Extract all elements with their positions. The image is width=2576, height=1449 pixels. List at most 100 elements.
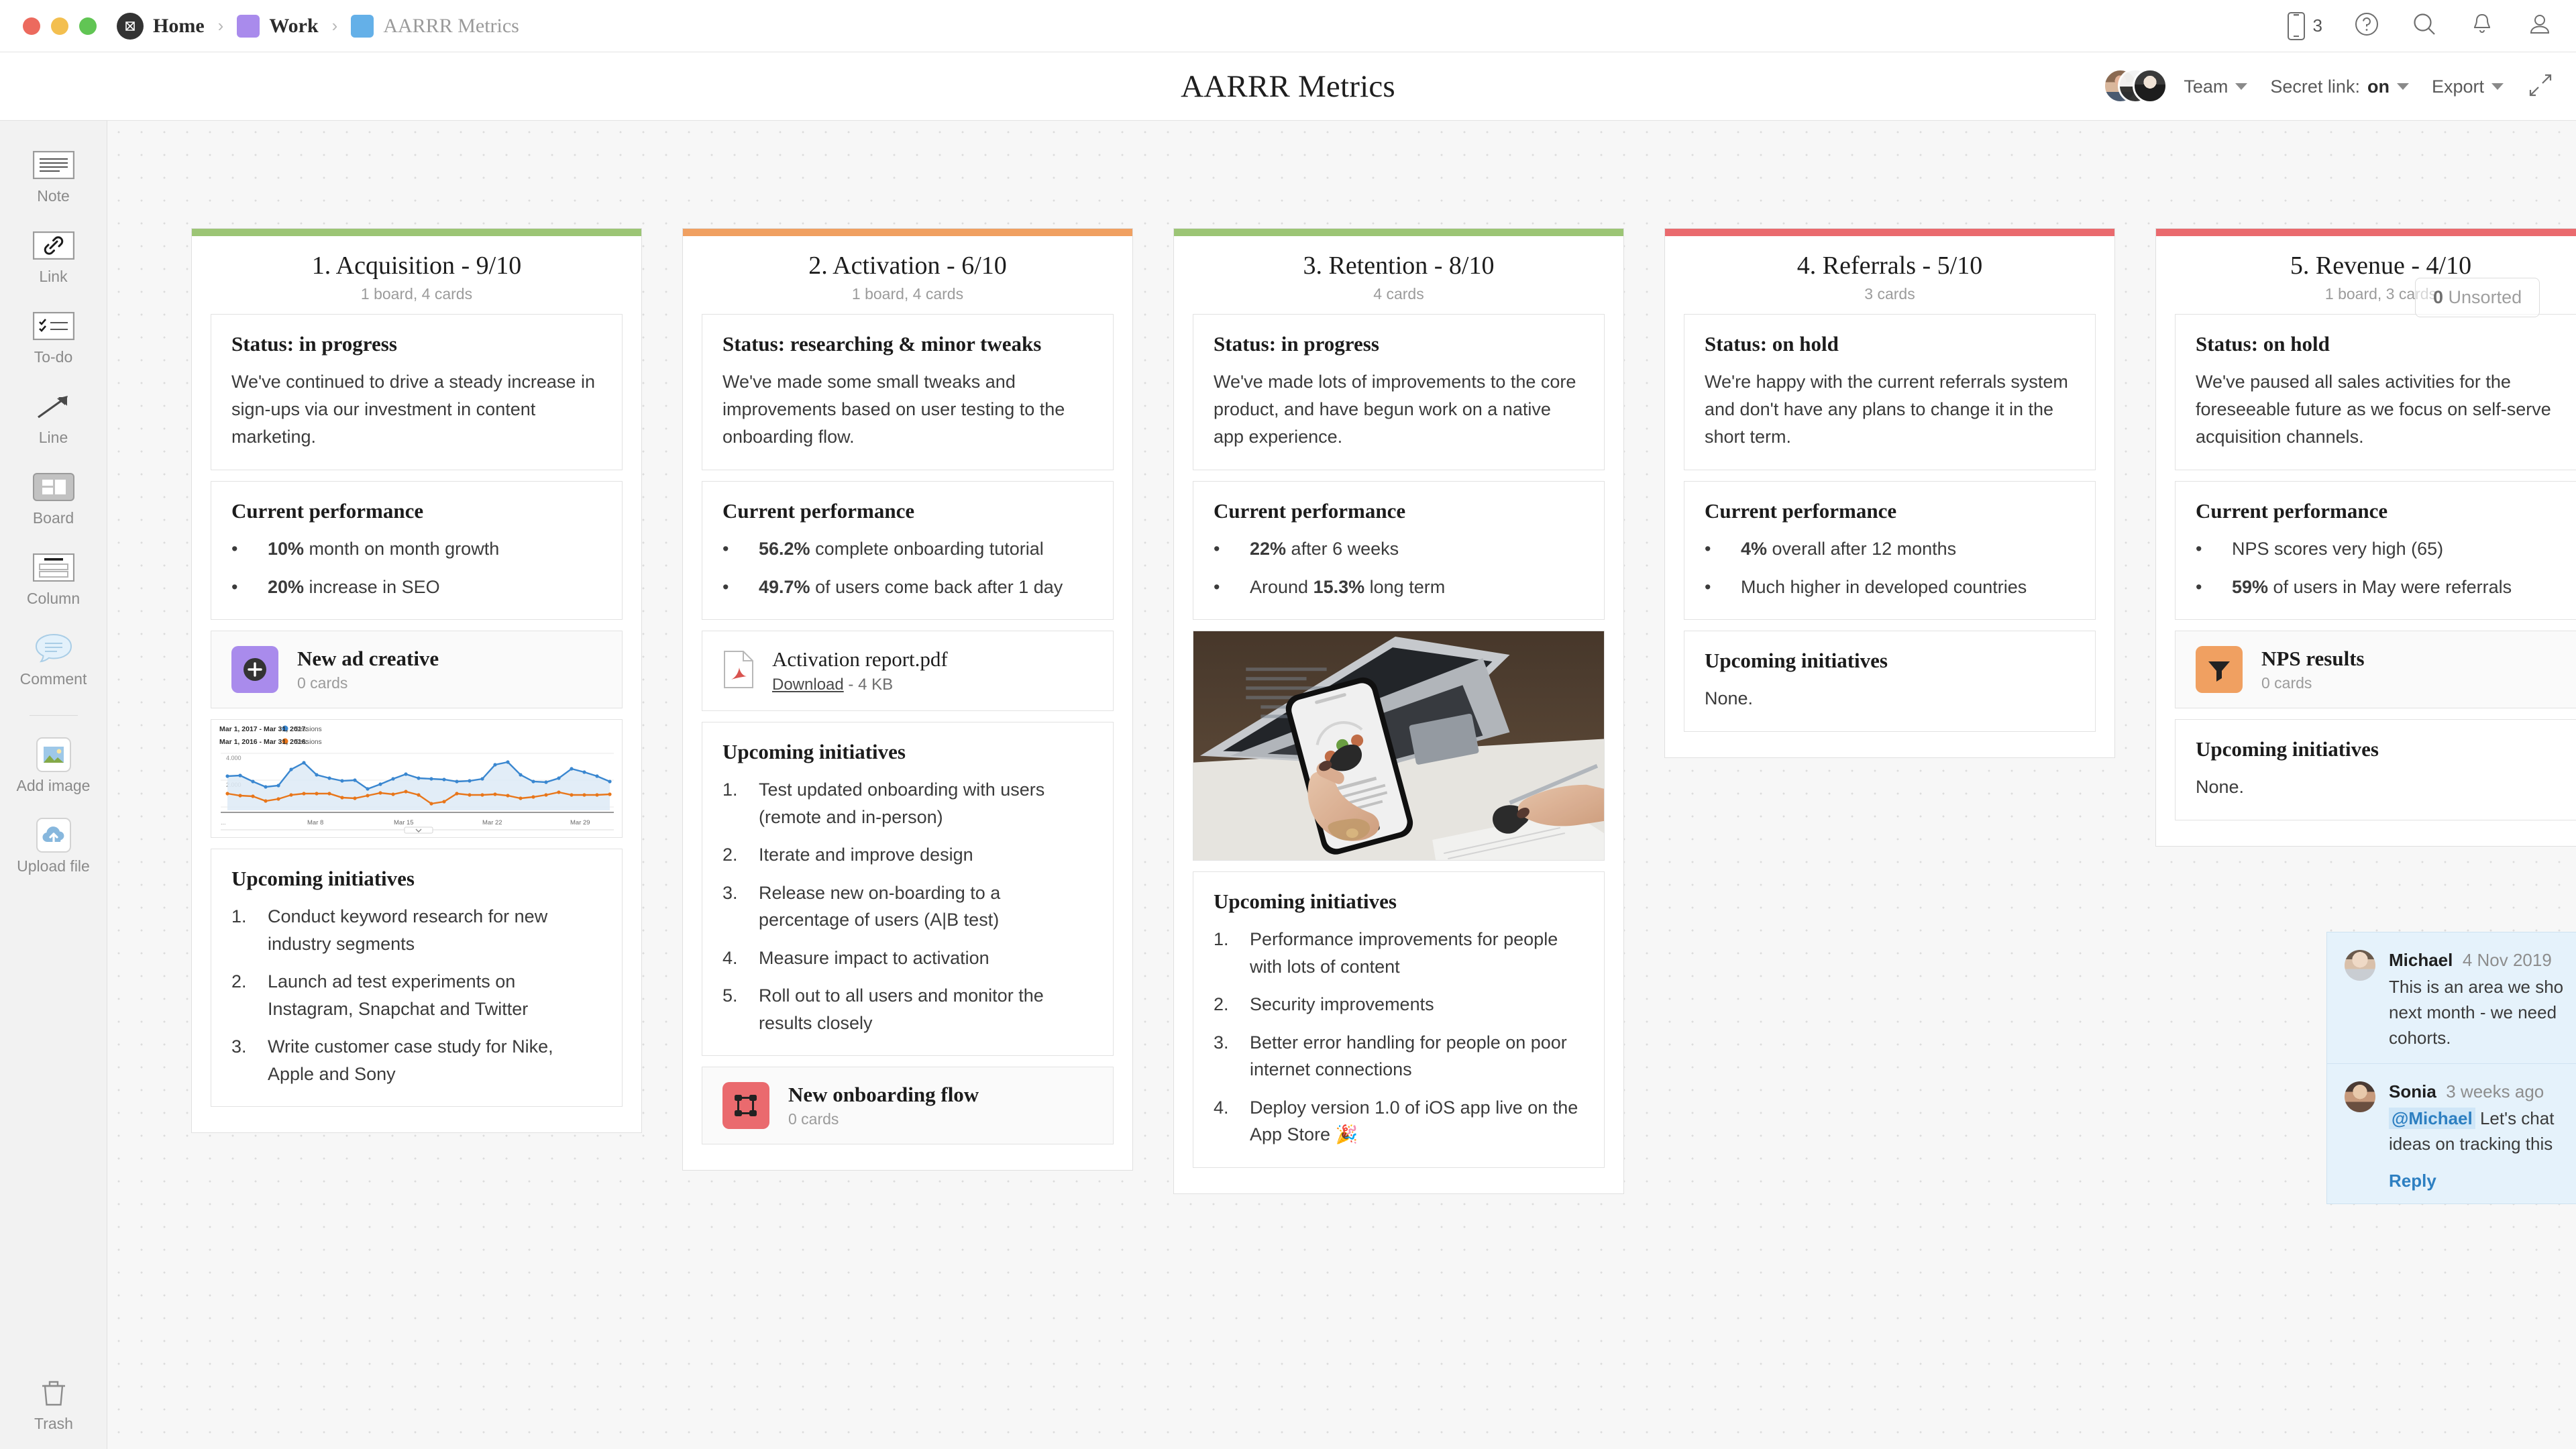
- column-acquisition[interactable]: 1. Acquisition - 9/10 1 board, 4 cards S…: [191, 228, 642, 1134]
- sidebar-item-column[interactable]: Column: [0, 551, 107, 608]
- list-item: • 20% increase in SEO: [231, 574, 602, 601]
- performance-card[interactable]: Current performance • 4% overall after 12…: [1684, 481, 2096, 621]
- file-size: - 4 KB: [843, 676, 894, 694]
- sidebar-item-note[interactable]: Note: [0, 149, 107, 205]
- initiatives-card[interactable]: Upcoming initiatives None.: [1684, 631, 2096, 733]
- metric-value: 20%: [268, 576, 305, 597]
- initiatives-heading: Upcoming initiatives: [1705, 649, 1888, 673]
- breadcrumb-label-current: AARRR Metrics: [383, 14, 519, 37]
- column-referrals[interactable]: 4. Referrals - 5/10 3 cards Status: on h…: [1664, 228, 2115, 759]
- board-link-card[interactable]: New ad creative 0 cards: [211, 631, 623, 709]
- board-icon: [29, 471, 78, 503]
- notifications-bell-icon[interactable]: [2469, 11, 2496, 41]
- team-dropdown[interactable]: Team: [2184, 76, 2248, 97]
- file-download-link[interactable]: Download: [772, 676, 844, 694]
- file-attachment-card[interactable]: Activation report.pdf Download - 4 KB: [702, 631, 1114, 712]
- minimize-window-button[interactable]: [51, 17, 68, 35]
- metric-text: after 6 weeks: [1286, 539, 1399, 559]
- analytics-chart-card[interactable]: Mar 1, 2017 - Mar 31, 2017: Sessions Mar…: [211, 719, 623, 839]
- board-link-card[interactable]: New onboarding flow 0 cards: [702, 1067, 1114, 1145]
- comment-reply-button[interactable]: Reply: [2389, 1171, 2576, 1191]
- sidebar-item-trash[interactable]: Trash: [0, 1377, 107, 1433]
- metric-text: NPS scores very high (65): [2232, 539, 2444, 559]
- sidebar-item-upload-file[interactable]: Upload file: [0, 818, 107, 875]
- sidebar-item-board[interactable]: Board: [0, 471, 107, 527]
- board-link-card[interactable]: NPS results 0 cards: [2175, 631, 2576, 709]
- initiatives-card[interactable]: Upcoming initiatives None.: [2175, 719, 2576, 821]
- fullscreen-button[interactable]: [2526, 71, 2555, 103]
- board-canvas[interactable]: 0 Unsorted 1. Acquisition - 9/10 1 board…: [107, 121, 2576, 1449]
- breadcrumb-item-work[interactable]: Work: [237, 14, 319, 38]
- account-avatar-icon[interactable]: [2526, 11, 2553, 41]
- list-number: 3.: [722, 882, 738, 903]
- comment-body: @Michael Let's chat ideas on tracking th…: [2389, 1106, 2576, 1157]
- performance-card[interactable]: Current performance • 10% month on month …: [211, 481, 623, 621]
- sidebar-item-comment[interactable]: Comment: [0, 632, 107, 688]
- secret-link-dropdown[interactable]: Secret link: on: [2270, 76, 2409, 97]
- svg-text:Sessions: Sessions: [294, 739, 322, 746]
- sidebar-item-todo[interactable]: To-do: [0, 310, 107, 366]
- list-number: 3.: [1214, 1032, 1229, 1053]
- mobile-devices-button[interactable]: 3: [2286, 11, 2322, 41]
- list-item: 1. Test updated onboarding with users (re…: [722, 776, 1093, 830]
- window-controls[interactable]: [23, 17, 97, 35]
- initiatives-card[interactable]: Upcoming initiatives 1. Test updated onbo…: [702, 722, 1114, 1057]
- performance-card[interactable]: Current performance • NPS scores very hig…: [2175, 481, 2576, 621]
- column-title: 4. Referrals - 5/10: [1796, 252, 1983, 280]
- phone-in-hand-photo: [1193, 631, 1604, 861]
- column-revenue[interactable]: 5. Revenue - 4/10 1 board, 3 cards Statu…: [2155, 228, 2576, 847]
- sidebar-item-add-image[interactable]: Add image: [0, 737, 107, 795]
- performance-card[interactable]: Current performance • 22% after 6 weeks •…: [1193, 481, 1605, 621]
- list-item: 1. Conduct keyword research for new indus…: [231, 903, 602, 957]
- column-activation[interactable]: 2. Activation - 6/10 1 board, 4 cards St…: [682, 228, 1133, 1171]
- search-icon[interactable]: [2411, 11, 2438, 41]
- unsorted-label: Unsorted: [2448, 287, 2522, 307]
- column-color-bar: [1174, 229, 1623, 236]
- metric-text: increase in SEO: [304, 576, 440, 597]
- column-color-bar: [192, 229, 641, 236]
- window-titlebar: Home › Work › AARRR Metrics 3: [0, 0, 2576, 52]
- status-card[interactable]: Status: in progress We've continued to d…: [211, 314, 623, 471]
- breadcrumb-swatch-current: [351, 14, 374, 38]
- funnel-icon: [2196, 646, 2243, 694]
- metric-text: complete onboarding tutorial: [810, 539, 1044, 559]
- initiatives-heading: Upcoming initiatives: [231, 867, 415, 891]
- status-card[interactable]: Status: in progress We've made lots of i…: [1193, 314, 1605, 471]
- comment-popover[interactable]: Michael 4 Nov 2019 This is an area we sh…: [2326, 932, 2576, 1204]
- sidebar-label-note: Note: [37, 187, 70, 205]
- secret-link-value: on: [2367, 76, 2390, 97]
- photo-card[interactable]: [1193, 631, 1605, 861]
- status-card[interactable]: Status: on hold We're happy with the cur…: [1684, 314, 2096, 471]
- breadcrumb-item-home[interactable]: Home: [117, 12, 205, 40]
- performance-list: • 56.2% complete onboarding tutorial • 49.…: [722, 535, 1093, 600]
- upload-icon: [29, 818, 78, 853]
- status-card[interactable]: Status: on hold We've paused all sales a…: [2175, 314, 2576, 471]
- column-title: 3. Retention - 8/10: [1303, 252, 1495, 280]
- performance-card[interactable]: Current performance • 56.2% complete onbo…: [702, 481, 1114, 621]
- line-icon: [29, 390, 78, 423]
- close-window-button[interactable]: [23, 17, 40, 35]
- export-dropdown[interactable]: Export: [2432, 76, 2504, 97]
- comment-mention[interactable]: @Michael: [2389, 1107, 2475, 1129]
- unsorted-count: 0: [2433, 287, 2444, 307]
- help-button[interactable]: [2353, 11, 2380, 41]
- initiatives-list: 1. Performance improvements for people wi…: [1214, 926, 1584, 1148]
- column-retention[interactable]: 3. Retention - 8/10 4 cards Status: in p…: [1173, 228, 1624, 1194]
- sidebar-item-line[interactable]: Line: [0, 390, 107, 447]
- status-card[interactable]: Status: researching & minor tweaks We've…: [702, 314, 1114, 471]
- list-number: 3.: [231, 1036, 247, 1057]
- sidebar-item-link[interactable]: Link: [0, 229, 107, 286]
- unsorted-badge[interactable]: 0 Unsorted: [2415, 278, 2540, 317]
- performance-heading: Current performance: [231, 499, 424, 523]
- device-count-badge: 3: [2312, 15, 2322, 36]
- initiatives-card[interactable]: Upcoming initiatives 1. Conduct keyword r…: [211, 849, 623, 1108]
- status-body: We're happy with the current referrals s…: [1705, 372, 2068, 447]
- column-subtitle: 1 board, 4 cards: [360, 285, 473, 303]
- list-item: • Much higher in developed countries: [1705, 574, 2075, 601]
- breadcrumb-item-current[interactable]: AARRR Metrics: [351, 14, 519, 38]
- collaborator-avatars[interactable]: [2103, 68, 2168, 105]
- list-item: • NPS scores very high (65): [2196, 535, 2566, 563]
- maximize-window-button[interactable]: [79, 17, 97, 35]
- performance-heading: Current performance: [722, 499, 915, 523]
- initiatives-card[interactable]: Upcoming initiatives 1. Performance impro…: [1193, 871, 1605, 1168]
